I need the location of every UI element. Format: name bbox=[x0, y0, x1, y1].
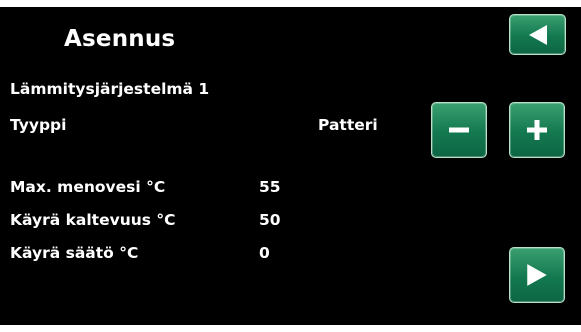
increase-button[interactable] bbox=[509, 102, 565, 158]
next-button[interactable] bbox=[509, 247, 565, 303]
setting-label-curve-slope: Käyrä kaltevuus °C bbox=[10, 211, 176, 229]
page-title: Asennus bbox=[64, 26, 176, 52]
minus-icon bbox=[447, 118, 471, 142]
type-value: Patteri bbox=[318, 116, 378, 134]
section-heading: Lämmitysjärjestelmä 1 bbox=[10, 80, 210, 98]
setting-value-max-flow[interactable]: 55 bbox=[259, 178, 281, 196]
triangle-right-icon bbox=[524, 262, 550, 288]
setting-label-curve-adjust: Käyrä säätö °C bbox=[10, 244, 139, 262]
setting-value-curve-adjust[interactable]: 0 bbox=[259, 244, 270, 262]
setting-value-curve-slope[interactable]: 50 bbox=[259, 211, 281, 229]
type-label: Tyyppi bbox=[10, 116, 67, 134]
display-screen: Asennus Lämmitysjärjestelmä 1 Tyyppi Pat… bbox=[0, 7, 581, 325]
triangle-left-icon bbox=[526, 23, 550, 47]
plus-icon bbox=[525, 118, 549, 142]
back-button[interactable] bbox=[509, 14, 566, 55]
setting-label-max-flow: Max. menovesi °C bbox=[10, 178, 166, 196]
decrease-button[interactable] bbox=[431, 102, 487, 158]
